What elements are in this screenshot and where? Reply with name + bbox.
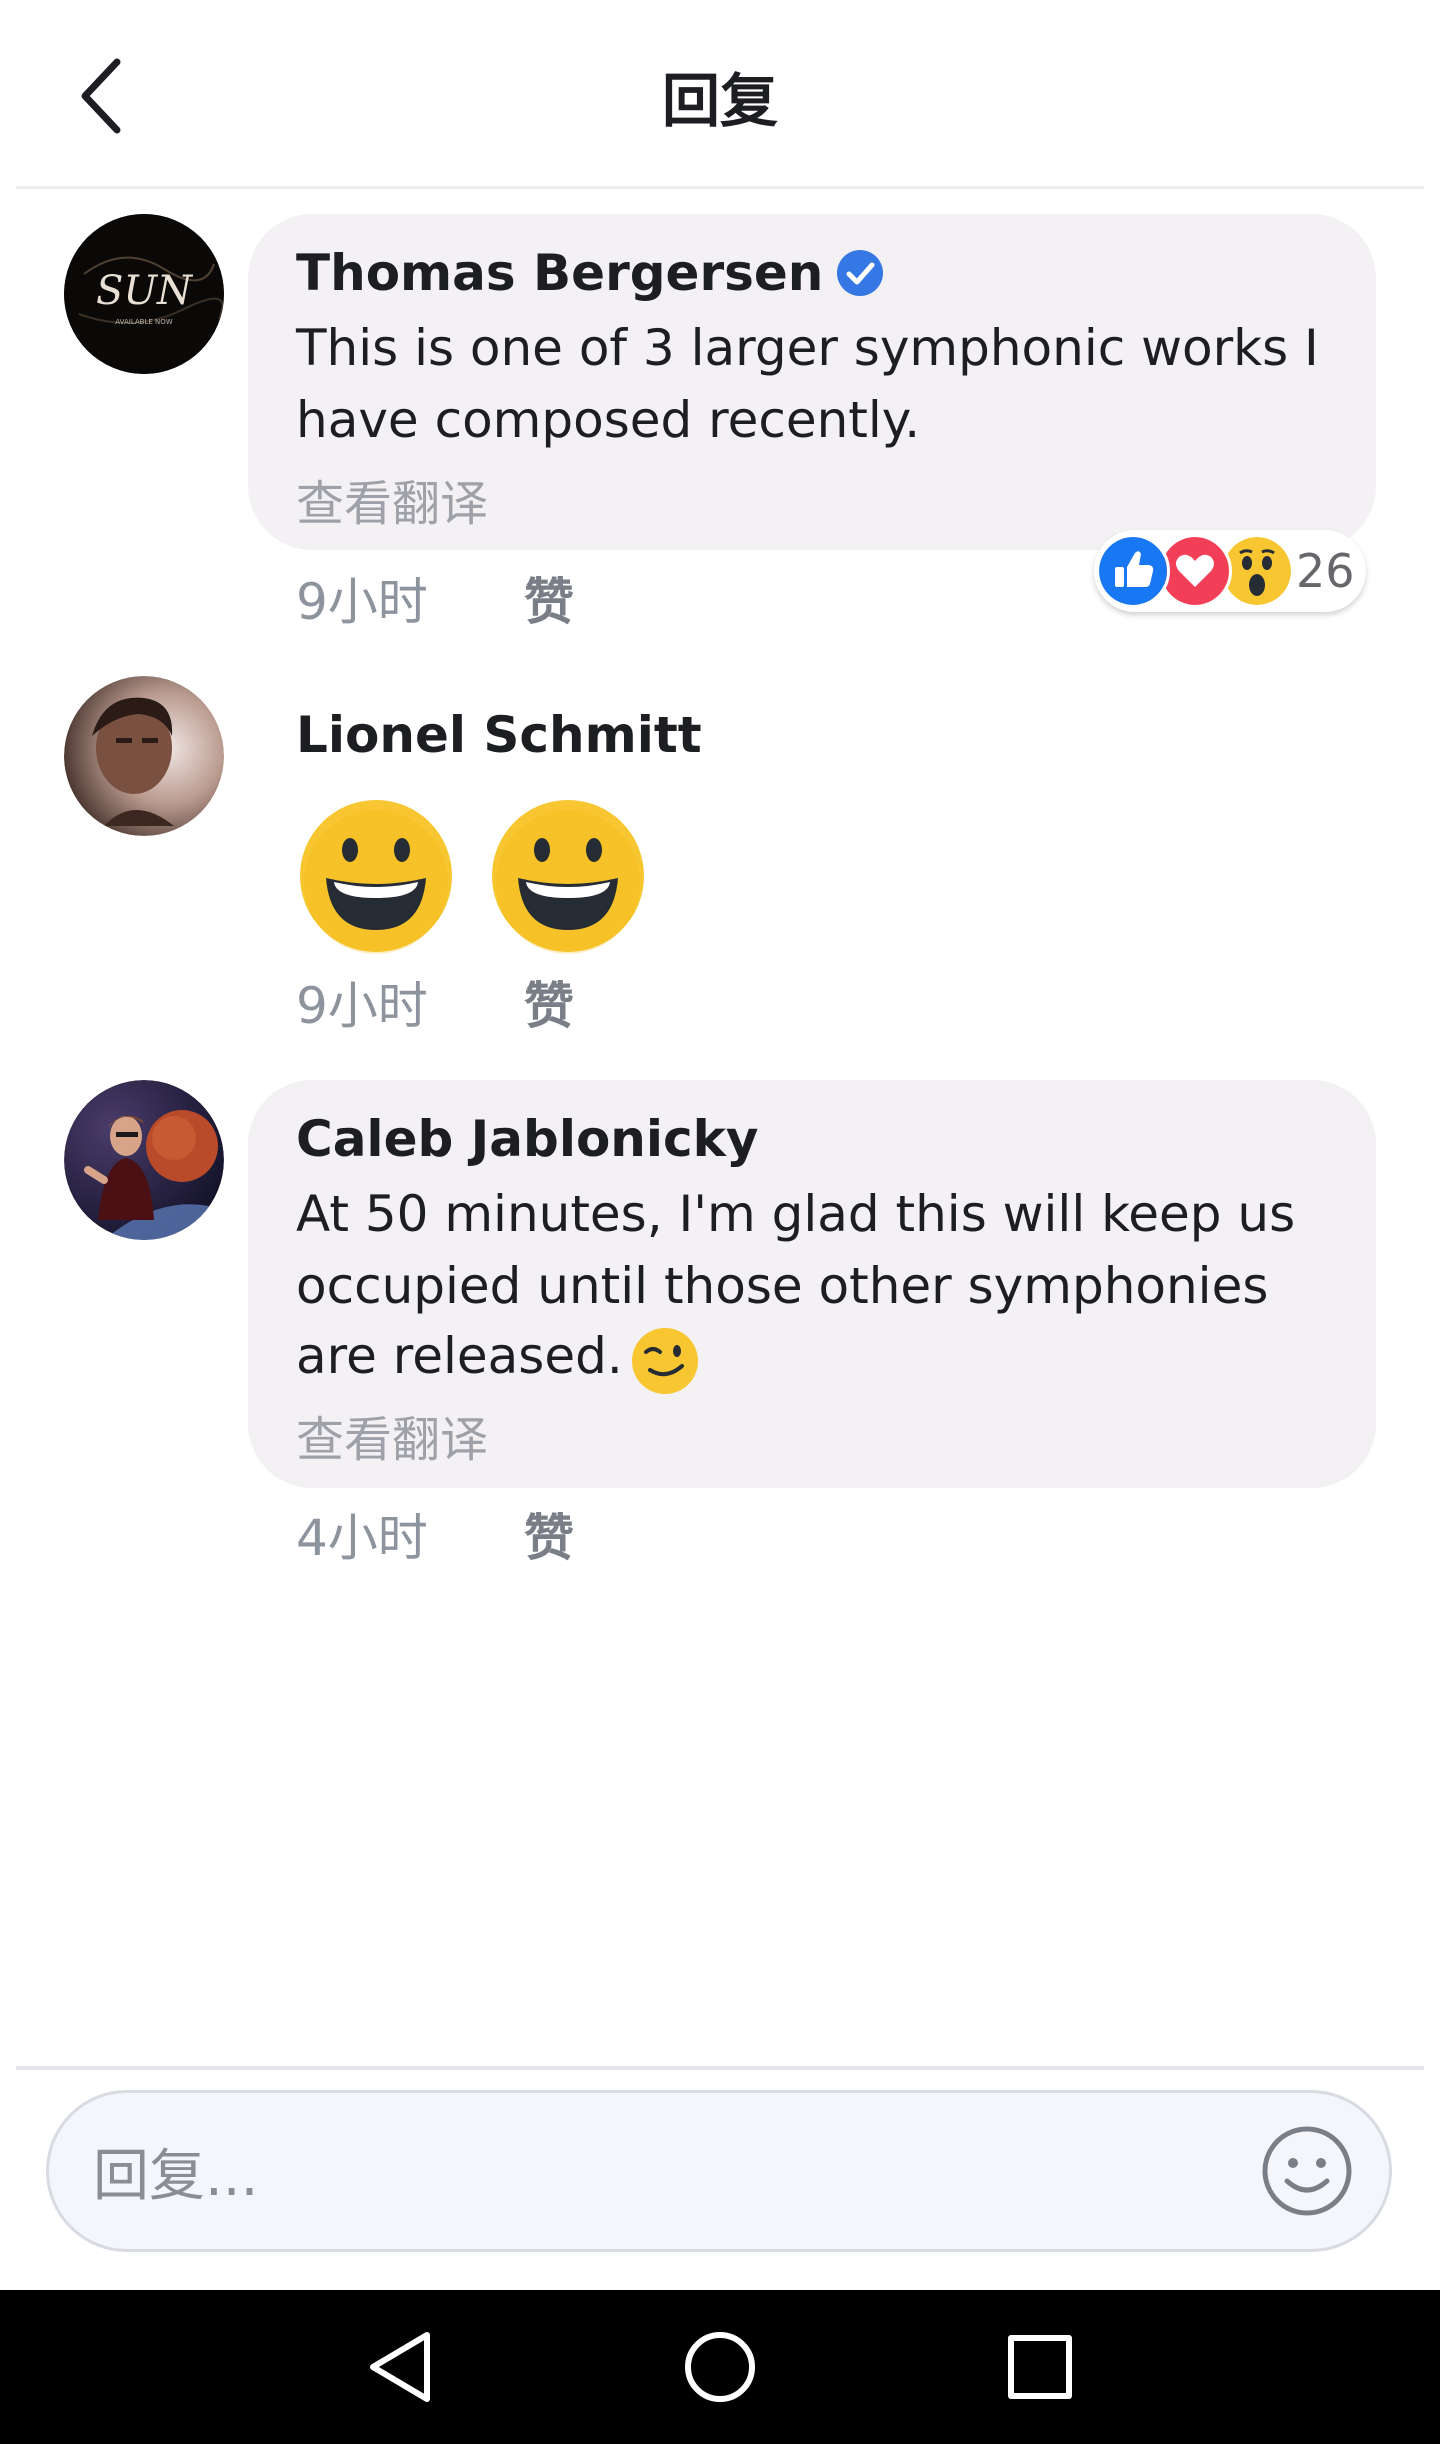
reactions-summary[interactable]: 26 — [1094, 530, 1366, 612]
reply-placeholder: 回复... — [93, 2143, 259, 2209]
back-triangle-icon — [370, 2332, 430, 2402]
like-button[interactable]: 赞 — [524, 966, 574, 1038]
avatar-caleb-jablonicky[interactable] — [64, 1080, 224, 1240]
reply-input[interactable]: 回复... — [46, 2090, 1392, 2252]
comment-timestamp: 9小时 — [296, 977, 428, 1035]
avatar-image — [64, 1080, 224, 1240]
author-name: Lionel Schmitt — [296, 706, 702, 764]
verified-badge-icon — [837, 250, 884, 296]
nav-recents-button[interactable] — [970, 2300, 1110, 2434]
reaction-count: 26 — [1296, 544, 1355, 598]
like-button[interactable]: 赞 — [524, 1498, 574, 1570]
comment-author[interactable]: Caleb Jablonicky — [296, 1106, 759, 1172]
comment-text-line: This is one of 3 larger symphonic works … — [296, 319, 1319, 377]
like-icon — [1096, 534, 1170, 608]
like-button[interactable]: 赞 — [524, 562, 574, 634]
author-name: Caleb Jablonicky — [296, 1110, 759, 1168]
comment-timestamp: 4小时 — [296, 1509, 428, 1567]
page-title: 回复 — [661, 67, 778, 135]
winking-face-icon — [632, 1328, 698, 1394]
comment-text-line: At 50 minutes, I'm glad this will keep u… — [296, 1185, 1296, 1243]
comment-timestamp: 9小时 — [296, 573, 428, 631]
comment-author[interactable]: Thomas Bergersen — [296, 240, 885, 306]
see-translation-link[interactable]: 查看翻译 — [296, 464, 488, 534]
see-translation-link[interactable]: 查看翻译 — [296, 1400, 488, 1470]
comment-author[interactable]: Lionel Schmitt — [296, 702, 702, 768]
avatar-image: SUN AVAILABLE NOW — [64, 214, 224, 374]
recents-square-icon — [1008, 2335, 1072, 2399]
nav-home-button[interactable] — [650, 2300, 790, 2434]
svg-text:SUN: SUN — [96, 268, 194, 314]
avatar-image — [64, 676, 224, 836]
nav-back-button[interactable] — [330, 2300, 470, 2434]
app-header: 回复 — [0, 0, 1440, 188]
home-circle-icon — [685, 2332, 755, 2402]
comment-text-line: have composed recently. — [296, 391, 921, 449]
avatar-lionel-schmitt[interactable] — [64, 676, 224, 836]
emoji-picker-icon[interactable] — [1259, 2123, 1355, 2219]
grinning-face-icon — [492, 800, 644, 954]
avatar-thomas-bergersen[interactable]: SUN AVAILABLE NOW — [64, 214, 224, 374]
grinning-face-icon — [300, 800, 452, 954]
composer-divider — [16, 2066, 1424, 2070]
header-divider — [16, 186, 1424, 189]
comment-text-line: occupied until those other symphonies — [296, 1257, 1269, 1315]
comment-text-line: are released. — [296, 1327, 623, 1385]
author-name: Thomas Bergersen — [296, 244, 824, 302]
svg-text:AVAILABLE NOW: AVAILABLE NOW — [115, 318, 172, 326]
